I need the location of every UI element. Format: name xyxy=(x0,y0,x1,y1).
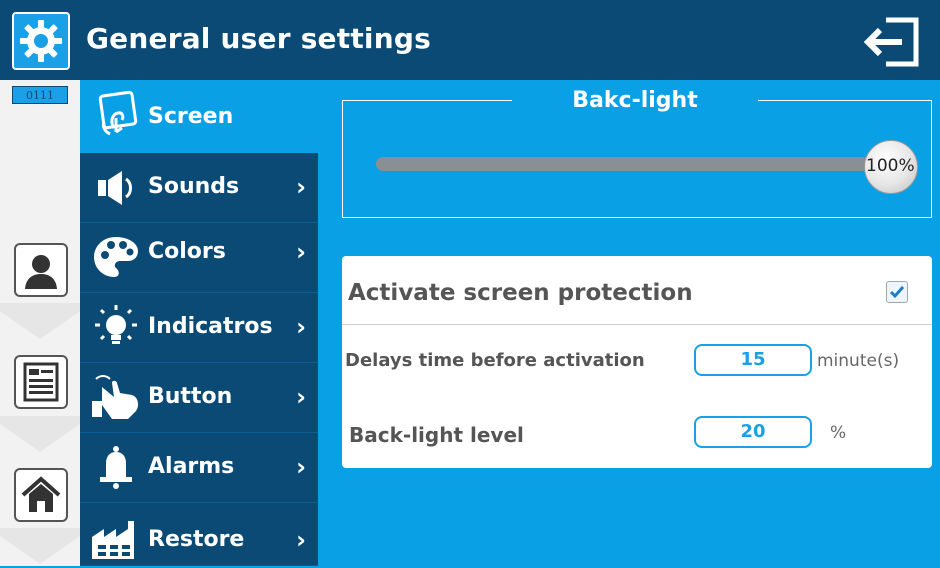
chevron-right-icon: › xyxy=(296,238,306,266)
backlight-frame-line xyxy=(758,100,932,101)
exit-button[interactable] xyxy=(860,12,922,72)
chevron-down-icon xyxy=(0,416,80,452)
bell-icon xyxy=(100,446,132,489)
menu-label-sounds: Sounds xyxy=(148,174,240,199)
chevron-down-icon xyxy=(0,303,80,339)
backlight-level-unit: % xyxy=(830,423,847,443)
factory-icon xyxy=(92,521,134,559)
speaker-icon xyxy=(98,171,132,205)
delay-time-input[interactable]: 15 xyxy=(694,344,812,376)
chevron-right-icon: › xyxy=(296,383,306,411)
menu-item-screen[interactable]: Screen xyxy=(80,80,340,153)
menu-label-restore: Restore xyxy=(148,527,245,552)
home-button[interactable] xyxy=(14,468,68,522)
backlight-title: Bakc-light xyxy=(572,88,698,113)
menu-label-alarms: Alarms xyxy=(148,454,235,479)
menu-label-screen: Screen xyxy=(148,104,234,129)
delay-time-label: Delays time before activation xyxy=(345,350,645,371)
chevron-right-icon: › xyxy=(296,453,306,481)
menu-item-colors[interactable]: Colors › xyxy=(80,223,318,293)
delay-time-unit: minute(s) xyxy=(817,351,900,371)
checkmark-icon xyxy=(889,286,905,299)
backlight-level-label: Back-light level xyxy=(349,423,524,447)
backlight-slider-value: 100% xyxy=(866,156,915,176)
menu-label-indicators: Indicatros xyxy=(148,314,273,339)
screen-protection-title: Activate screen protection xyxy=(348,280,693,306)
settings-menu: Screen Sounds › Colors › Indicatros › Bu… xyxy=(80,80,340,566)
exit-icon xyxy=(863,17,919,67)
screen-protection-checkbox[interactable] xyxy=(886,281,908,303)
backlight-level-input[interactable]: 20 xyxy=(694,416,812,448)
menu-item-restore[interactable]: Restore › xyxy=(80,503,318,566)
home-icon xyxy=(21,476,61,512)
panel-divider xyxy=(342,324,932,325)
backlight-slider-track[interactable] xyxy=(376,157,906,171)
user-icon xyxy=(25,255,57,289)
title-bar: General user settings xyxy=(0,0,940,80)
code-badge: 0111 xyxy=(12,86,68,104)
menu-label-colors: Colors xyxy=(148,239,226,264)
backlight-frame-line xyxy=(342,100,512,101)
page-title: General user settings xyxy=(86,22,431,55)
gear-icon xyxy=(20,20,62,62)
palette-icon xyxy=(94,237,138,277)
menu-label-button: Button xyxy=(148,384,233,409)
chevron-down-icon xyxy=(0,528,80,564)
bulb-icon xyxy=(95,305,137,344)
document-button[interactable] xyxy=(14,355,68,409)
chevron-right-icon: › xyxy=(296,173,306,201)
menu-item-sounds[interactable]: Sounds › xyxy=(80,153,318,223)
menu-item-button[interactable]: Button › xyxy=(80,363,318,433)
touch-screen-icon xyxy=(98,90,138,136)
hand-press-icon xyxy=(92,375,139,419)
chevron-right-icon: › xyxy=(296,313,306,341)
document-icon xyxy=(23,362,59,402)
menu-item-indicators[interactable]: Indicatros › xyxy=(80,293,318,363)
chevron-right-icon: › xyxy=(296,526,306,554)
user-button[interactable] xyxy=(14,243,68,297)
menu-item-alarms[interactable]: Alarms › xyxy=(80,433,318,503)
settings-button[interactable] xyxy=(12,12,70,70)
